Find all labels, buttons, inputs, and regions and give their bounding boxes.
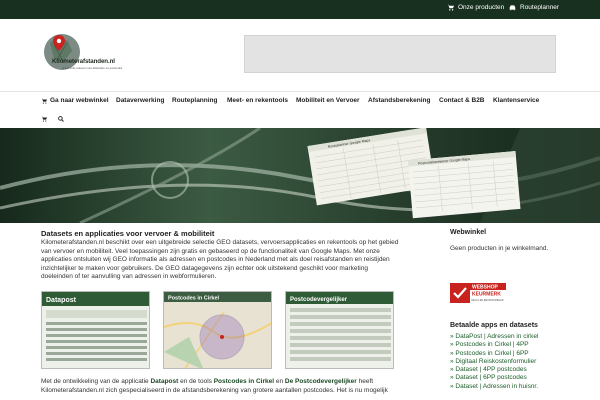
nav-label: Ga naar webwinkel [50,97,109,104]
webshop-keurmerk-badge[interactable]: WEBSHOP KEURMERK VEILIG EN BETROUWBAAR [450,283,506,303]
site-header: Kilometerafstanden.nl gratis tools reken… [0,19,600,91]
app-link-dataset-adressen[interactable]: » Dataset | Adressen in huisnr. [450,383,595,391]
cart-empty-text: Geen producten in je winkelmand. [450,245,549,252]
hero-image: Routeplanner Google Maps Postcodebereken… [0,128,600,223]
outro-line2: Kilometerafstanden.nl zich gespecialisee… [41,386,388,394]
nav-label: Klantenservice [493,97,540,104]
sidebar-webwinkel: Webwinkel Geen producten in je winkelman… [450,229,590,252]
nav-label: Afstandsberekening [368,97,431,104]
app-link-cirkel-6pp[interactable]: » Postcodes in Cirkel | 6PP [450,350,595,358]
nav-label: Contact & B2B [439,97,485,104]
nav-label: Mobiliteit en Vervoer [296,97,360,104]
screenshot-gallery: Datapost Postcodes in Cirkel Postcodever… [41,291,406,369]
shot-title: Postcodes in Cirkel [168,296,220,302]
app-link-dataset-6pp[interactable]: » Dataset | 6PP postcodes [450,374,595,382]
hero-banner: Routeplanner Google Maps Postcodebereken… [0,128,600,223]
nav-cart-button[interactable] [41,116,47,122]
app-link-dataset-4pp[interactable]: » Dataset | 4PP postcodes [450,366,595,374]
routeplanner-link[interactable]: Routeplanner [509,4,559,11]
badge-line2: KEURMERK [472,292,501,298]
shot-postcodevergelijker[interactable]: Postcodevergelijker [285,291,394,369]
nav-item-dataverwerking[interactable]: Dataverwerking [116,97,164,104]
cart-icon [41,116,47,122]
link-postcodevergelijker[interactable]: De Postcodevergelijker [285,378,357,385]
top-bar: Onze producten Routeplanner [0,0,600,19]
shot-datapost[interactable]: Datapost [41,291,150,369]
page-title: Datasets en applicaties voor vervoer & m… [41,229,215,238]
link-datapost[interactable]: Datapost [150,378,178,385]
app-link-datapost[interactable]: » DataPost | Adressen in cirkel [450,333,595,341]
nav-label: Dataverwerking [116,97,165,104]
nav-item-mobiliteit[interactable]: Mobiliteit en Vervoer [296,97,360,104]
outro-mid2: en [274,378,285,385]
logo-tagline: gratis tools rekenen met afstanden en po… [62,66,123,70]
nav-item-klantenservice[interactable]: Klantenservice [493,97,539,104]
nav-item-contact[interactable]: Contact & B2B [439,97,485,104]
search-icon [58,116,64,122]
nav-item-afstandsberekening[interactable]: Afstandsberekening [368,97,431,104]
car-icon [509,5,516,11]
main-nav: Ga naar webwinkel Dataverwerking Routepl… [0,91,600,128]
intro-text: Kilometerafstanden.nl beschikt over een … [41,239,399,280]
outro-mid1: en de tools [178,378,214,385]
shot-title: Postcodevergelijker [290,297,348,303]
shot-title: Datapost [46,297,77,304]
nav-item-meettools[interactable]: Meet- en rekentools [227,97,288,104]
shot-postcodes-cirkel[interactable]: Postcodes in Cirkel [163,291,272,369]
routeplanner-label: Routeplanner [520,4,560,11]
sidebar-apps: Betaalde apps en datasets » DataPost | A… [450,322,595,391]
link-postcodes-cirkel[interactable]: Postcodes in Cirkel [214,378,274,385]
ad-placeholder [244,35,556,73]
nav-label: Meet- en rekentools [227,97,289,104]
main-content: Datasets en applicaties voor vervoer & m… [41,229,401,282]
nav-item-routeplanning[interactable]: Routeplanning [172,97,218,104]
logo-name: Kilometerafstanden.nl [52,58,115,65]
badge-line1: WEBSHOP [472,285,499,291]
cart-icon [41,98,47,104]
products-label: Onze producten [458,4,505,11]
webwinkel-title: Webwinkel [450,229,487,236]
nav-search-button[interactable] [58,116,64,122]
outro-text: Met de ontwikkeling van de applicatie Da… [41,378,406,395]
outro-suffix: heeft [356,378,374,385]
outro-prefix: Met de ontwikkeling van de applicatie [41,378,151,385]
badge-line3: VEILIG EN BETROUWBAAR [471,299,504,302]
products-link[interactable]: Onze producten [447,4,504,11]
nav-item-webwinkel[interactable]: Ga naar webwinkel [41,97,109,104]
apps-title: Betaalde apps en datasets [450,322,538,329]
cart-icon [447,4,454,11]
app-link-cirkel-4pp[interactable]: » Postcodes in Cirkel | 4PP [450,341,595,349]
app-link-reiskosten[interactable]: » Digitaal Reiskostenformulier [450,358,595,366]
nav-label: Routeplanning [172,97,218,104]
